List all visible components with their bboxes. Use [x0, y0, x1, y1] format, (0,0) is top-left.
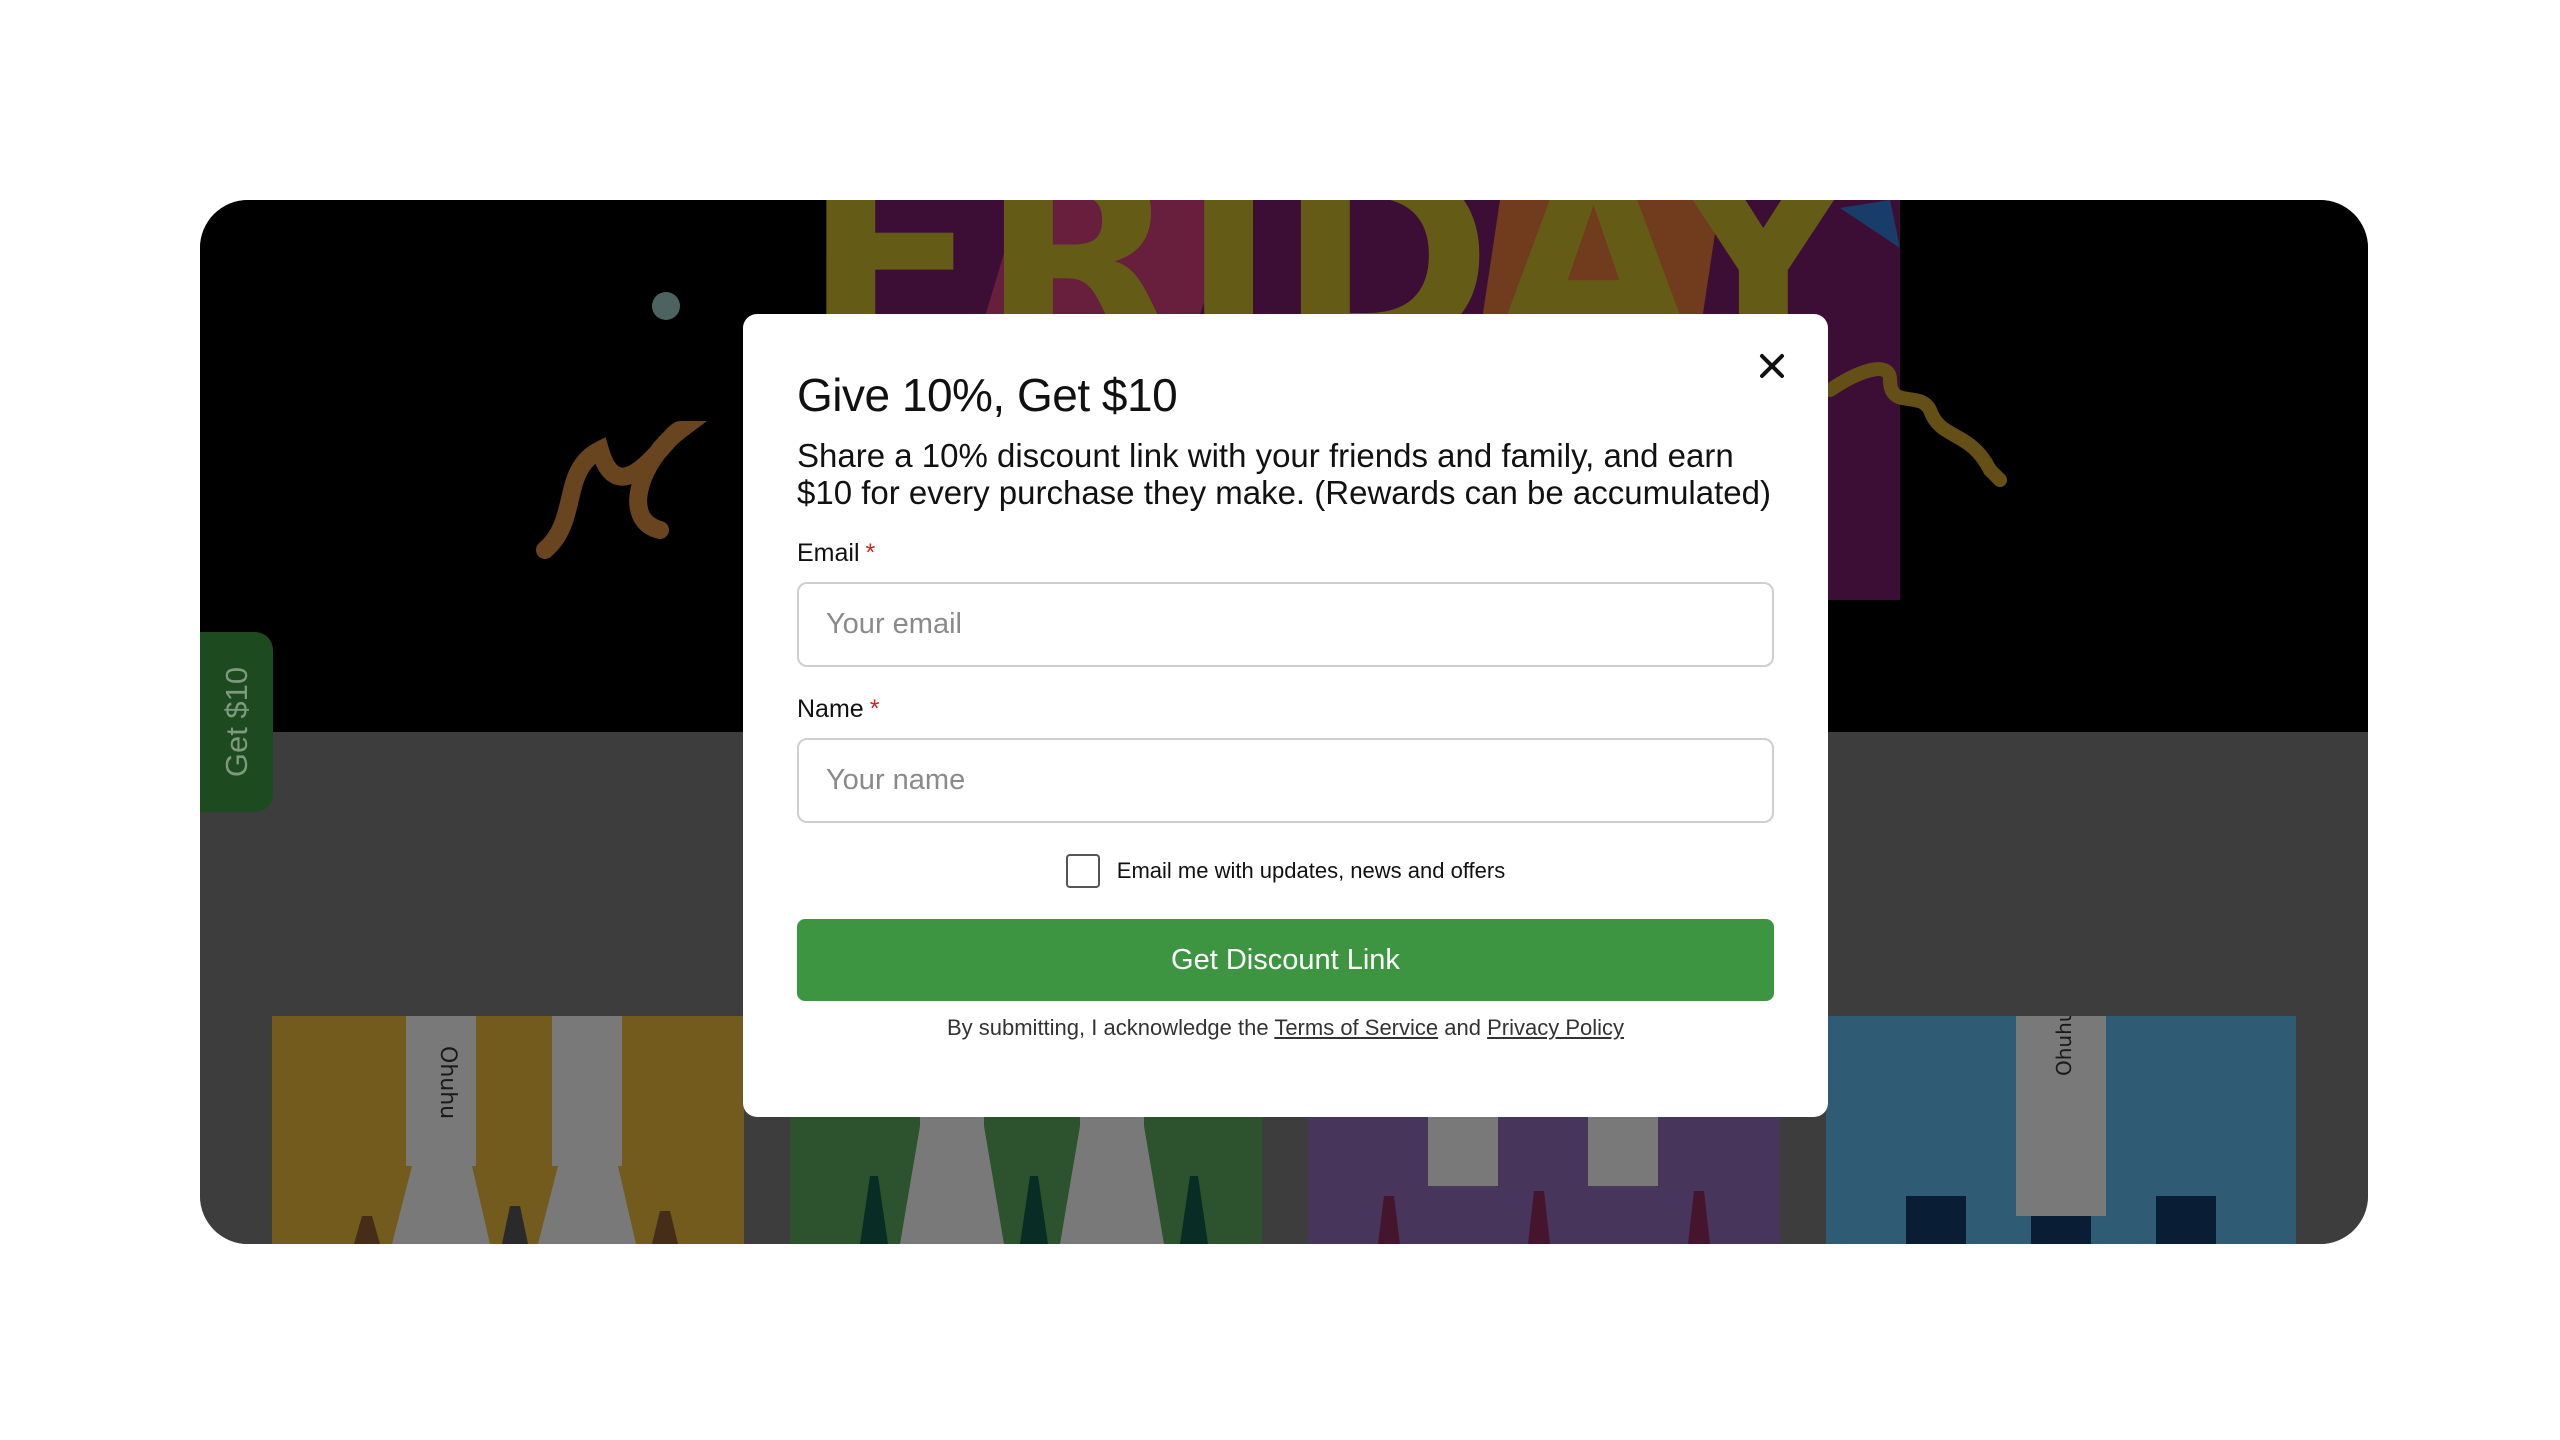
close-icon	[1760, 354, 1784, 378]
email-input[interactable]	[797, 582, 1774, 668]
name-input[interactable]	[797, 738, 1774, 824]
side-tab-label: Get $10	[218, 666, 254, 778]
modal-title: Give 10%, Get $10	[797, 369, 1178, 421]
get-reward-side-tab[interactable]: Get $10	[200, 632, 273, 812]
legal-notice: By submitting, I acknowledge the Terms o…	[797, 1015, 1774, 1041]
referral-modal: Give 10%, Get $10 Share a 10% discount l…	[743, 314, 1828, 1117]
email-label: Email *	[797, 539, 1774, 568]
opt-in-label[interactable]: Email me with updates, news and offers	[1117, 858, 1505, 884]
close-button[interactable]	[1750, 344, 1794, 388]
modal-description: Share a 10% discount link with your frie…	[797, 437, 1771, 512]
get-discount-link-button[interactable]: Get Discount Link	[797, 919, 1774, 1002]
name-label: Name *	[797, 695, 1774, 724]
opt-in-checkbox[interactable]	[1065, 854, 1100, 889]
name-label-text: Name	[797, 695, 864, 724]
opt-in-row: Email me with updates, news and offers	[797, 853, 1774, 889]
name-required-marker: *	[869, 695, 880, 724]
terms-of-service-link[interactable]: Terms of Service	[1274, 1015, 1438, 1040]
privacy-policy-link[interactable]: Privacy Policy	[1487, 1015, 1624, 1040]
legal-prefix: By submitting, I acknowledge the	[946, 1015, 1269, 1041]
legal-conjunction: and	[1444, 1015, 1481, 1041]
email-label-text: Email	[797, 539, 860, 568]
email-required-marker: *	[865, 539, 876, 568]
